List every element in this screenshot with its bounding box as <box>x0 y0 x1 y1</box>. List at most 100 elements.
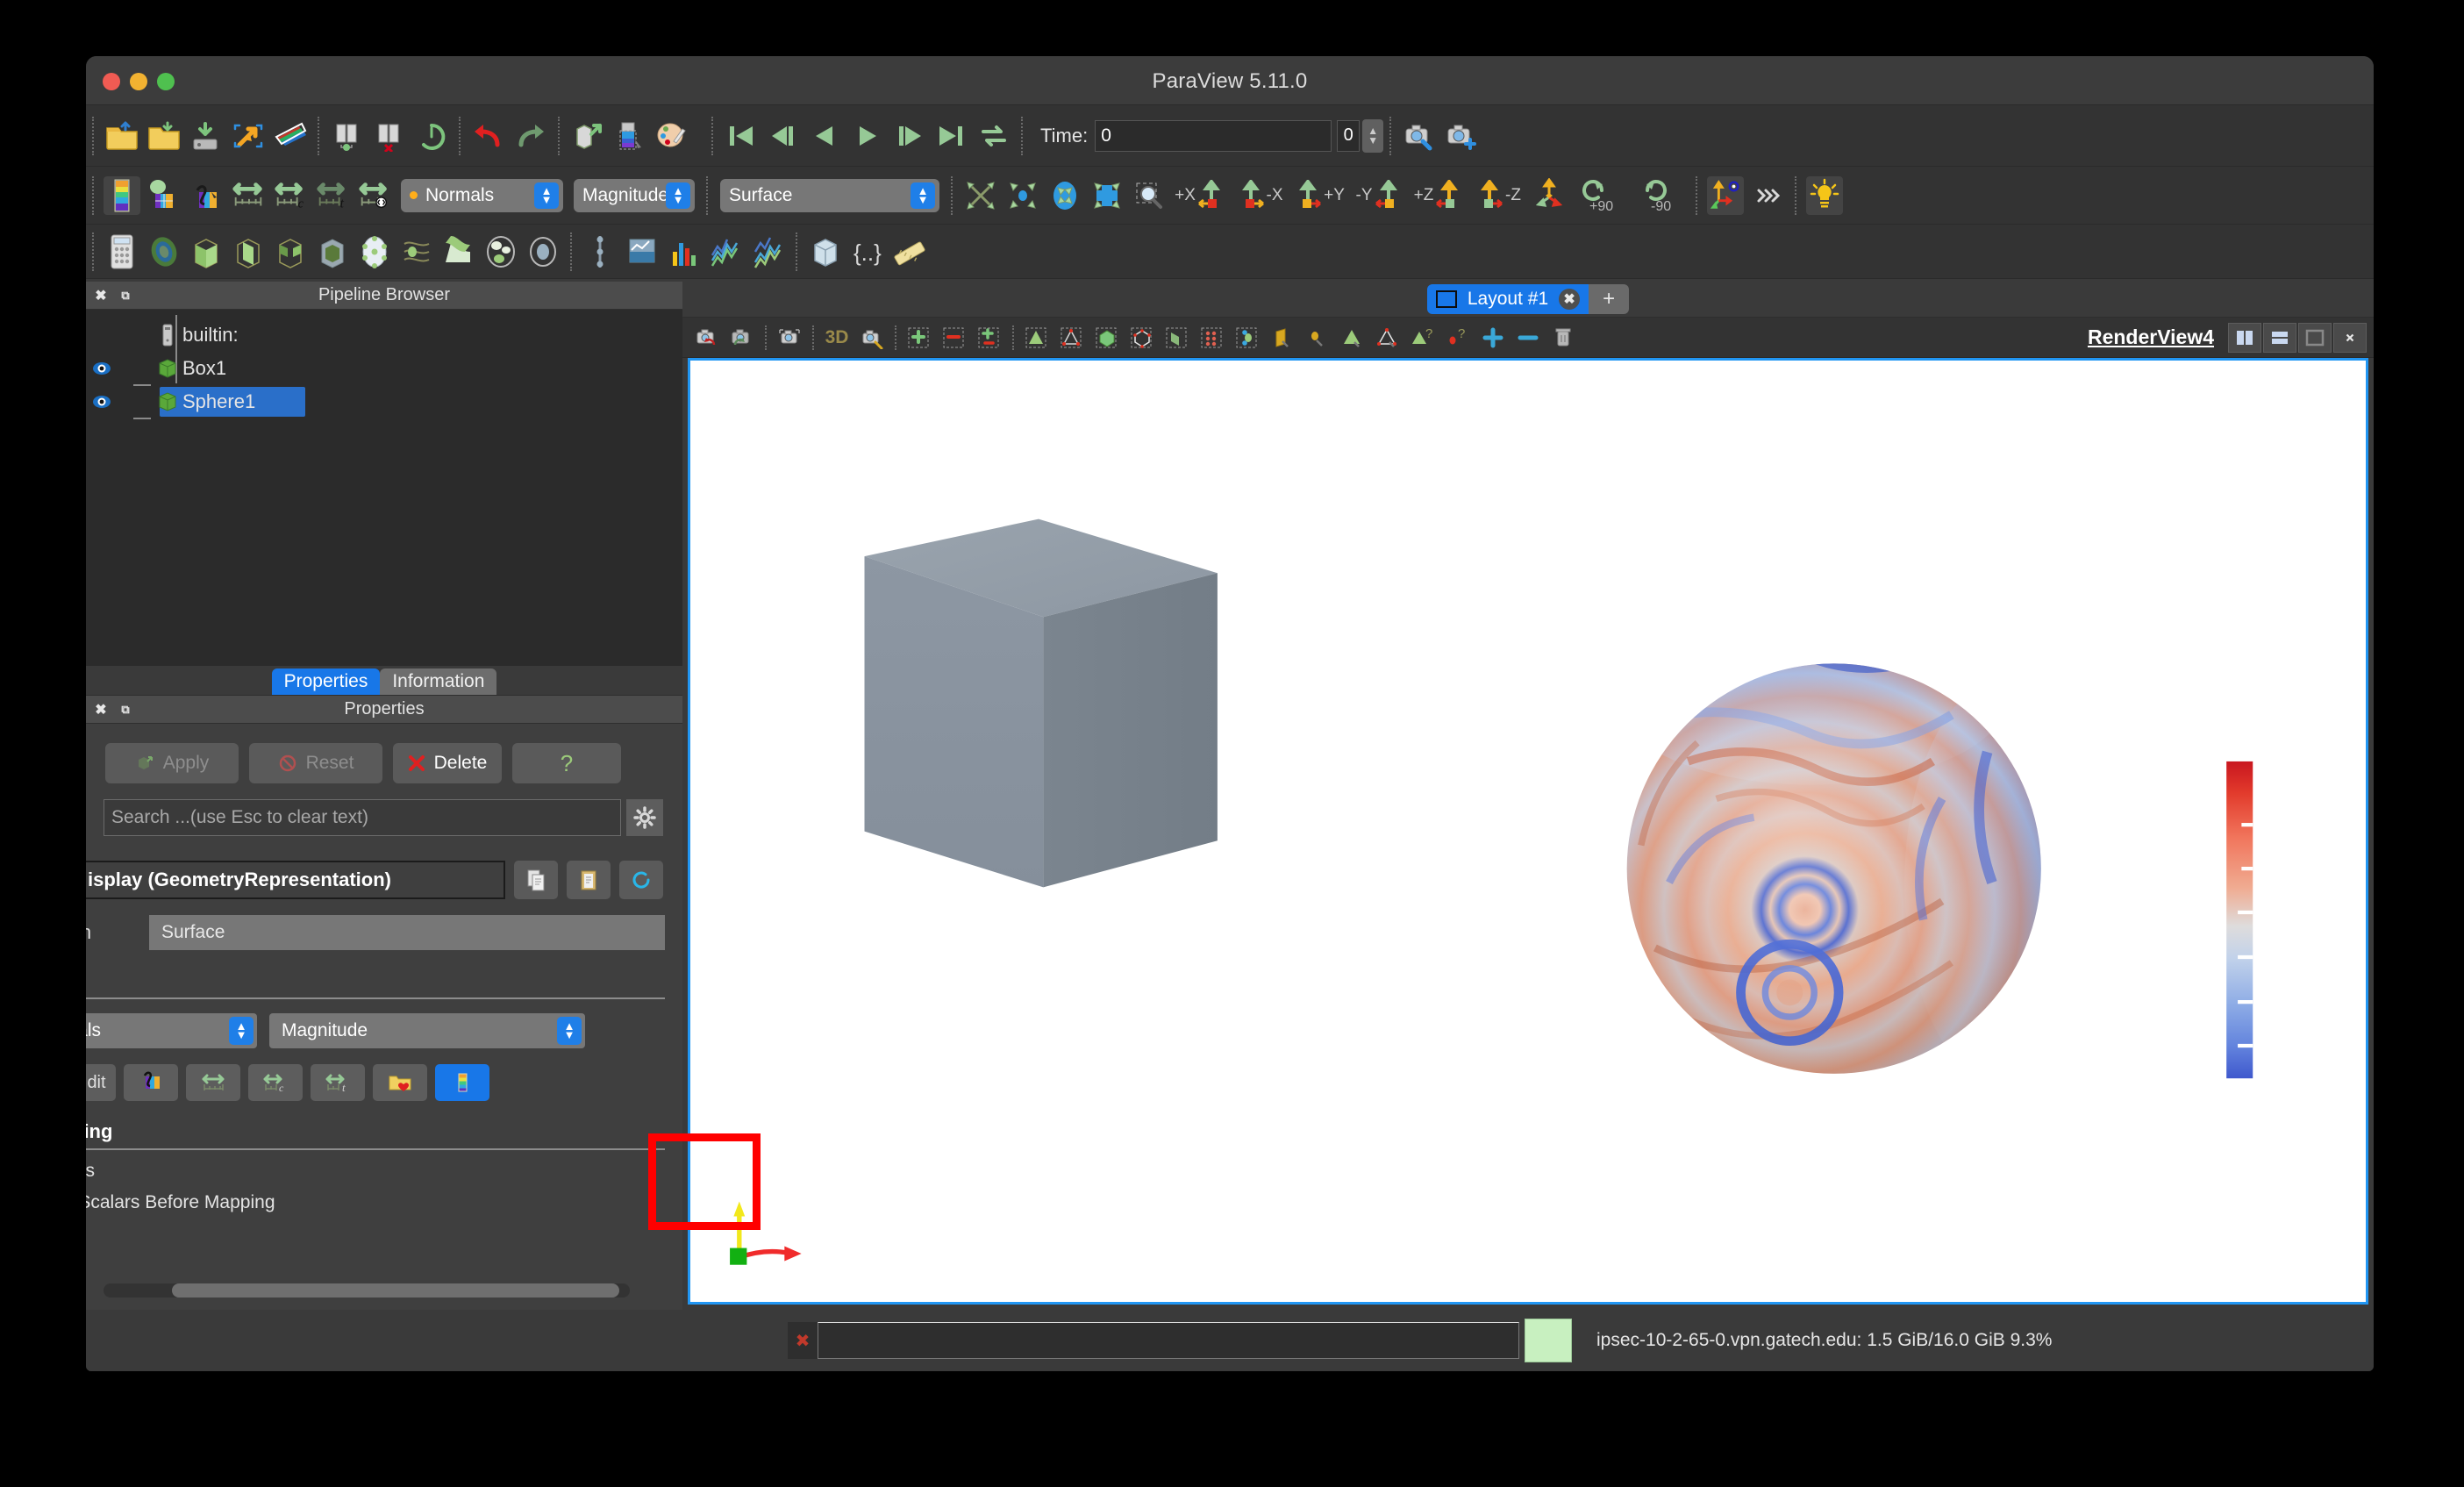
maximize-view-icon[interactable] <box>2298 322 2332 353</box>
abort-icon[interactable]: ✖ <box>788 1322 818 1359</box>
add-camera-icon[interactable] <box>1443 117 1480 155</box>
color-map-editor-icon[interactable] <box>188 176 225 215</box>
play-icon[interactable] <box>849 117 886 155</box>
search-input[interactable]: Search ...(use Esc to clear text) <box>104 799 621 836</box>
split-vertical-icon[interactable] <box>2263 322 2296 353</box>
time-spinner[interactable]: ▲ ▼ <box>1362 118 1384 153</box>
minus-selection-icon[interactable] <box>1513 323 1543 353</box>
rescale-over-time-button[interactable]: t <box>311 1064 365 1101</box>
expand-toolbar-icon[interactable] <box>1749 176 1786 215</box>
set-view-plus-y-button[interactable]: +Y <box>1291 176 1347 215</box>
plus-selection-icon[interactable] <box>1478 323 1508 353</box>
disconnect-server-icon[interactable] <box>371 117 408 155</box>
open-file-icon[interactable] <box>104 117 140 155</box>
set-view-minus-z-button[interactable]: -Z <box>1470 176 1526 215</box>
delete-button[interactable]: Delete <box>393 743 502 783</box>
paraview-logo-icon[interactable] <box>272 117 309 155</box>
query-points-icon[interactable]: ? <box>1443 323 1473 353</box>
color-component-combo[interactable]: Magnitude ▲ ▼ <box>574 178 695 212</box>
split-horizontal-icon[interactable] <box>2228 322 2261 353</box>
rubber-band-zoom-icon[interactable] <box>1131 176 1168 215</box>
set-view-minus-y-button[interactable]: -Y <box>1351 176 1407 215</box>
layout-tab[interactable]: Layout #1 ✖ <box>1426 284 1589 315</box>
play-reverse-icon[interactable] <box>807 117 844 155</box>
save-state-icon[interactable] <box>188 117 225 155</box>
select-blocks-icon[interactable] <box>1162 323 1192 353</box>
rescale-custom-range-icon[interactable]: c <box>272 176 309 215</box>
set-view-plus-z-button[interactable]: +Z <box>1411 176 1467 215</box>
tab-information[interactable]: Information <box>380 668 497 695</box>
group-datasets-filter-icon[interactable] <box>482 232 519 271</box>
rescale-to-data-range-button[interactable] <box>186 1064 240 1101</box>
zoom-closest-to-data-icon[interactable] <box>1046 176 1083 215</box>
pipeline-browser-tree[interactable]: builtin: Box1 Sphere1 <box>86 310 682 666</box>
gear-icon[interactable] <box>626 799 663 836</box>
select-cells-through-icon[interactable] <box>1092 323 1122 353</box>
render-view-title[interactable]: RenderView4 <box>2088 325 2214 349</box>
select-points-surface-icon[interactable] <box>1057 323 1087 353</box>
interactive-select-cells-icon[interactable] <box>1197 323 1227 353</box>
time-index-input[interactable]: 0 <box>1337 119 1361 152</box>
subtract-selection-icon[interactable] <box>939 323 969 353</box>
time-input[interactable]: 0 <box>1095 119 1332 152</box>
chevron-updown-icon[interactable]: ▲ ▼ <box>557 1017 582 1045</box>
properties-array-combo[interactable]: ormals ▲▼ <box>86 1013 257 1048</box>
undo-camera-icon[interactable] <box>692 323 722 353</box>
slice-filter-icon[interactable] <box>230 232 267 271</box>
help-button[interactable]: ? <box>512 743 621 783</box>
threshold-filter-icon[interactable] <box>272 232 309 271</box>
close-icon[interactable]: ✖ <box>1559 289 1581 311</box>
first-frame-icon[interactable] <box>723 117 760 155</box>
select-points-through-icon[interactable] <box>1127 323 1157 353</box>
rescale-over-time-icon[interactable]: t <box>314 176 351 215</box>
save-data-icon[interactable] <box>146 117 182 155</box>
adjust-camera-icon[interactable] <box>1401 117 1438 155</box>
plot-selection-icon[interactable] <box>708 232 745 271</box>
interpolate-scalars-row[interactable]: olate Scalars Before Mapping <box>86 1182 682 1213</box>
paste-icon[interactable] <box>567 861 611 899</box>
toggle-color-legend-button[interactable] <box>435 1064 489 1101</box>
scrollbar-thumb[interactable] <box>172 1283 619 1298</box>
reset-session-icon[interactable] <box>413 117 450 155</box>
toggle-selection-icon[interactable] <box>975 323 1004 353</box>
next-frame-icon[interactable] <box>891 117 928 155</box>
rotate-plus-90-icon[interactable]: +90 <box>1572 176 1628 215</box>
copy-icon[interactable] <box>514 861 558 899</box>
connect-server-icon[interactable] <box>329 117 366 155</box>
previous-frame-icon[interactable] <box>765 117 802 155</box>
plot-over-line-icon[interactable] <box>582 232 618 271</box>
set-view-plus-x-button[interactable]: +X <box>1172 176 1228 215</box>
stream-tracer-filter-icon[interactable] <box>398 232 435 271</box>
add-layout-button[interactable]: + <box>1589 284 1630 315</box>
zoom-to-data-icon[interactable] <box>1004 176 1041 215</box>
map-scalars-row[interactable]: Scalars <box>86 1150 682 1182</box>
color-array-combo[interactable]: Normals ▲ ▼ <box>401 178 563 212</box>
histogram-icon[interactable] <box>666 232 703 271</box>
query-cells-icon[interactable]: ? <box>1408 323 1438 353</box>
reset-camera-closest-icon[interactable] <box>1089 176 1125 215</box>
undock-icon[interactable]: ⧉ <box>116 286 135 305</box>
reset-camera-icon[interactable] <box>962 176 999 215</box>
edit-color-map-icon[interactable] <box>146 176 182 215</box>
warp-filter-icon[interactable] <box>440 232 477 271</box>
light-bulb-icon[interactable] <box>1806 175 1843 215</box>
clip-filter-icon[interactable] <box>188 232 225 271</box>
hover-cells-icon[interactable] <box>1268 323 1297 353</box>
interactive-select-points-icon[interactable] <box>1232 323 1262 353</box>
extract-level-filter-icon[interactable] <box>525 232 561 271</box>
color-legend-icon[interactable] <box>104 175 140 215</box>
hover-points-icon[interactable] <box>1303 323 1332 353</box>
calculator-filter-icon[interactable] <box>104 232 140 271</box>
show-center-axes-icon[interactable] <box>1707 175 1744 215</box>
edit-color-map-button[interactable]: dit <box>86 1064 116 1101</box>
color-map-editor-button[interactable] <box>124 1064 178 1101</box>
reset-button[interactable]: Reset <box>249 743 382 783</box>
plot-data-icon[interactable] <box>624 232 661 271</box>
last-frame-icon[interactable] <box>933 117 970 155</box>
properties-component-combo[interactable]: Magnitude ▲ ▼ <box>269 1013 585 1048</box>
undo-icon[interactable] <box>470 117 507 155</box>
chevron-updown-icon[interactable]: ▲ ▼ <box>666 182 690 209</box>
redo-camera-icon[interactable] <box>727 323 757 353</box>
select-cells-polygon-icon[interactable] <box>1338 323 1368 353</box>
chevron-updown-icon[interactable]: ▲ ▼ <box>911 182 935 209</box>
